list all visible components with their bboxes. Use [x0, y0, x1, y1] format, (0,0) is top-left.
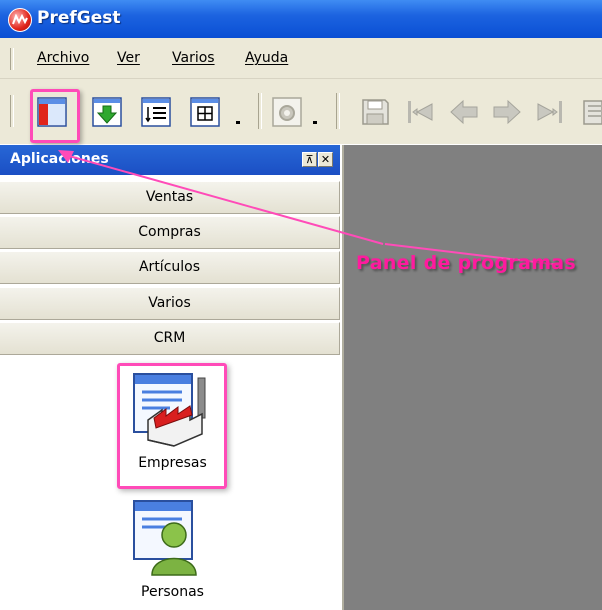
- save-button[interactable]: [360, 97, 390, 127]
- menu-grip[interactable]: [10, 48, 14, 70]
- grid-dropdown-icon[interactable]: [236, 119, 242, 125]
- toolbar-separator: [336, 93, 340, 129]
- group-crm[interactable]: CRM: [0, 322, 340, 355]
- settings-button[interactable]: [272, 97, 302, 127]
- title-bar: PrefGest: [0, 0, 602, 38]
- workspace-area: [344, 145, 602, 610]
- panel-title: Aplicaciones: [10, 151, 109, 167]
- download-button[interactable]: [92, 97, 122, 127]
- annotation-label: Panel de programas: [356, 252, 577, 274]
- menu-ayuda[interactable]: Ayuda: [245, 50, 288, 66]
- close-icon[interactable]: ✕: [318, 152, 333, 167]
- previous-record-button[interactable]: [449, 97, 479, 127]
- menu-ver[interactable]: Ver: [117, 50, 140, 66]
- empresas-highlight: [117, 363, 227, 489]
- menu-archivo[interactable]: Archivo: [37, 50, 89, 66]
- toolbar: [0, 79, 602, 144]
- menu-bar: Archivo Ver Varios Ayuda: [0, 38, 602, 79]
- list-button[interactable]: [141, 97, 171, 127]
- group-varios[interactable]: Varios: [0, 287, 340, 320]
- menu-varios[interactable]: Varios: [172, 50, 215, 66]
- toolbar-grip[interactable]: [10, 95, 14, 127]
- panel-toggle-highlight: [30, 89, 80, 143]
- personas-label[interactable]: Personas: [125, 584, 220, 600]
- last-record-button[interactable]: [535, 97, 565, 127]
- group-compras[interactable]: Compras: [0, 216, 340, 249]
- app-logo-icon: [8, 8, 32, 32]
- next-record-button[interactable]: [492, 97, 522, 127]
- group-articulos[interactable]: Artículos: [0, 251, 340, 284]
- pin-icon[interactable]: ⊼: [302, 152, 317, 167]
- group-ventas[interactable]: Ventas: [0, 181, 340, 214]
- person-icon[interactable]: [130, 497, 212, 577]
- first-record-button[interactable]: [405, 97, 435, 127]
- settings-dropdown-icon[interactable]: [313, 119, 319, 125]
- window-title: PrefGest: [37, 8, 121, 28]
- panel-header: Aplicaciones ⊼ ✕: [0, 145, 340, 175]
- extra-toolbar-icon[interactable]: [580, 97, 602, 127]
- toolbar-separator: [258, 93, 262, 129]
- grid-view-button[interactable]: [190, 97, 220, 127]
